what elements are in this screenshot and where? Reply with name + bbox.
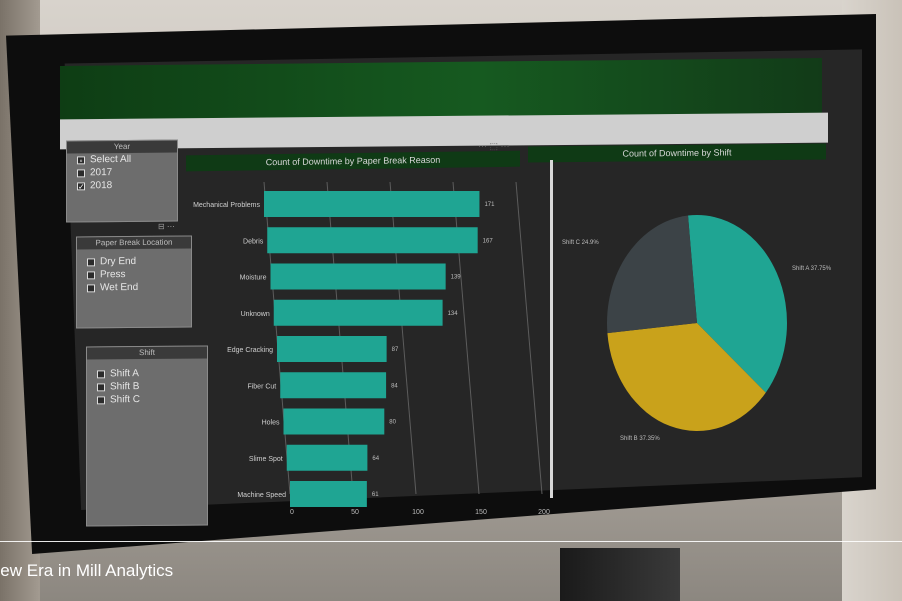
caption-text: New Era in Mill Analytics xyxy=(0,561,174,580)
data-label: 84 xyxy=(391,383,398,389)
bar-mark xyxy=(277,336,387,362)
x-tick-label: 150 xyxy=(475,509,487,516)
data-label: 171 xyxy=(484,202,495,208)
category-label: Machine Speed xyxy=(237,492,286,499)
bar-mark xyxy=(270,263,446,290)
category-label: Moisture xyxy=(240,275,267,282)
category-label: Fiber Cut xyxy=(247,383,276,390)
data-label: 61 xyxy=(372,492,379,498)
bar-mark xyxy=(280,372,387,399)
category-label: Unknown xyxy=(241,311,270,318)
bar-mark xyxy=(290,481,367,507)
x-tick-label: 200 xyxy=(538,509,550,516)
bar-mark xyxy=(273,299,443,326)
pie-slice-label: Shift B 37.35% xyxy=(620,436,660,442)
category-label: Mechanical Problems xyxy=(193,202,260,209)
x-tick-label: 50 xyxy=(351,509,359,516)
pie-slice xyxy=(607,215,697,334)
bar-mark xyxy=(283,408,385,435)
category-label: Slime Spot xyxy=(249,456,283,463)
gridline xyxy=(515,181,543,495)
data-label: 134 xyxy=(448,311,459,317)
pie-slice-label: Shift A 37.75% xyxy=(792,266,832,272)
category-label: Debris xyxy=(243,238,264,245)
data-label: 87 xyxy=(392,347,399,353)
bar-mark xyxy=(267,227,478,254)
caption-divider xyxy=(0,541,902,542)
bar-mark xyxy=(264,191,480,217)
category-label: Holes xyxy=(262,420,280,427)
chart-canvas: 0 50 100 150 200 Mechanical Problems 171 Debris… xyxy=(193,181,832,516)
x-tick-label: 0 xyxy=(290,509,294,516)
x-tick-label: 100 xyxy=(412,509,424,516)
category-label: Edge Cracking xyxy=(227,347,273,354)
data-label: 167 xyxy=(483,238,494,244)
data-label: 80 xyxy=(389,420,396,426)
data-label: 139 xyxy=(451,275,462,281)
data-label: 64 xyxy=(372,456,379,462)
bar-mark xyxy=(286,444,368,471)
pie-slice-label: Shift C 24.9% xyxy=(562,240,599,246)
